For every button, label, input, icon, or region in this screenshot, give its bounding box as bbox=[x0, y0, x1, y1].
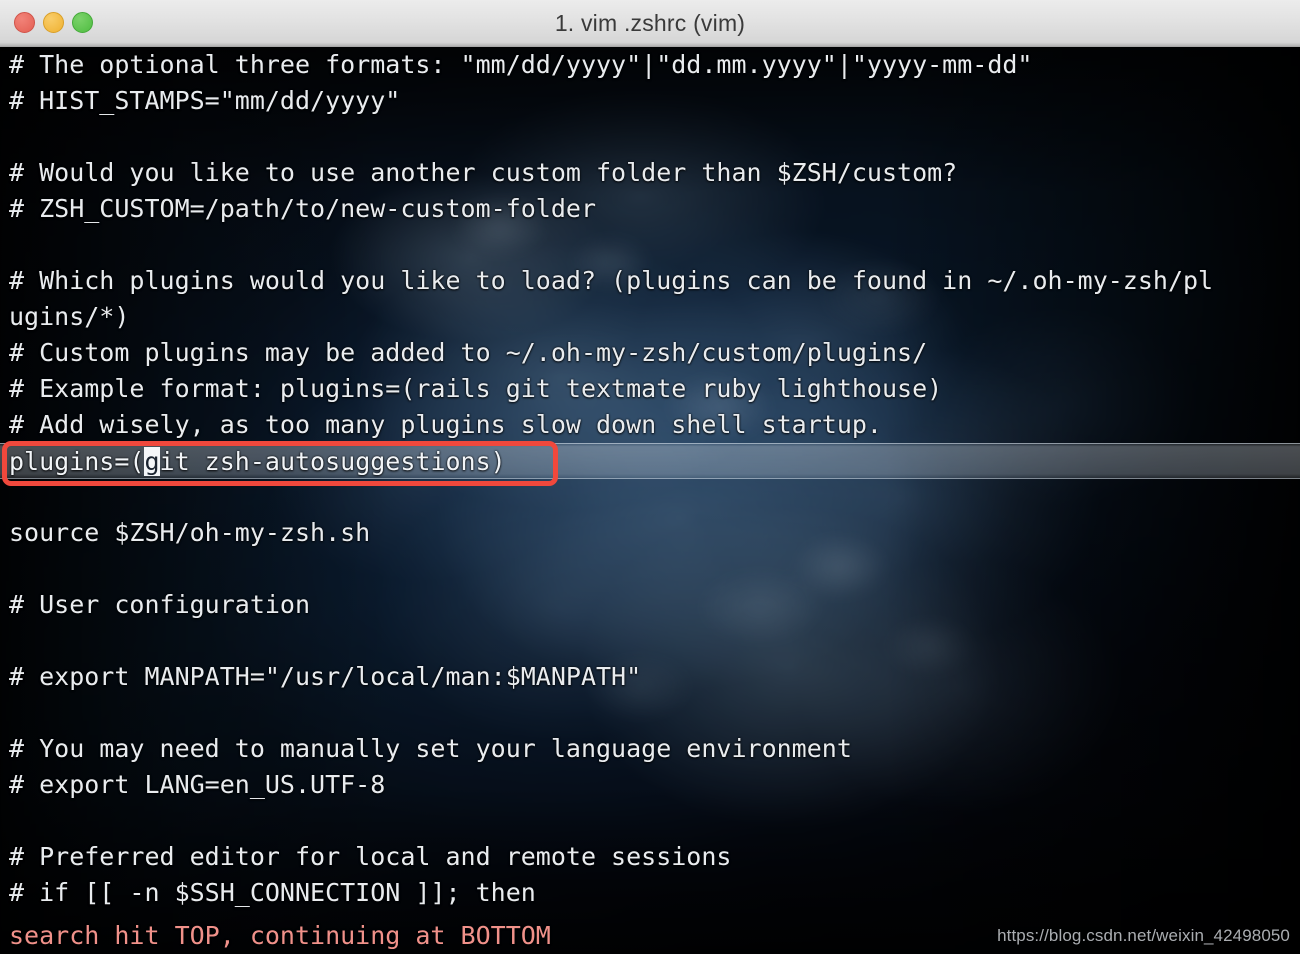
vim-line[interactable]: # HIST_STAMPS="mm/dd/yyyy" bbox=[0, 83, 1300, 119]
vim-line[interactable]: ugins/*) bbox=[0, 299, 1300, 335]
vim-line[interactable]: # You may need to manually set your lang… bbox=[0, 731, 1300, 767]
vim-line[interactable]: # Which plugins would you like to load? … bbox=[0, 263, 1300, 299]
vim-line-highlighted[interactable]: plugins=(git zsh-autosuggestions) bbox=[0, 443, 1300, 479]
vim-line[interactable]: # The optional three formats: "mm/dd/yyy… bbox=[0, 47, 1300, 83]
vim-line-empty[interactable] bbox=[0, 479, 1300, 515]
vim-line[interactable]: # User configuration bbox=[0, 587, 1300, 623]
plugins-prefix: plugins=( bbox=[9, 447, 145, 476]
vim-line[interactable]: # export MANPATH="/usr/local/man:$MANPAT… bbox=[0, 659, 1300, 695]
vim-line[interactable]: # if [[ -n $SSH_CONNECTION ]]; then bbox=[0, 875, 1300, 911]
vim-line[interactable]: # Add wisely, as too many plugins slow d… bbox=[0, 407, 1300, 443]
vim-line-empty[interactable] bbox=[0, 119, 1300, 155]
vim-line[interactable]: source $ZSH/oh-my-zsh.sh bbox=[0, 515, 1300, 551]
vim-line[interactable]: # Example format: plugins=(rails git tex… bbox=[0, 371, 1300, 407]
vim-line-empty[interactable] bbox=[0, 551, 1300, 587]
vim-line[interactable]: # Custom plugins may be added to ~/.oh-m… bbox=[0, 335, 1300, 371]
vim-line[interactable]: # Would you like to use another custom f… bbox=[0, 155, 1300, 191]
plugins-suffix: it zsh-autosuggestions) bbox=[159, 447, 506, 476]
window-title: 1. vim .zshrc (vim) bbox=[554, 10, 746, 36]
vim-line-empty[interactable] bbox=[0, 695, 1300, 731]
watermark-url: https://blog.csdn.net/weixin_42498050 bbox=[997, 926, 1290, 945]
vim-line[interactable]: # Preferred editor for local and remote … bbox=[0, 839, 1300, 875]
vim-cursor: g bbox=[144, 447, 160, 476]
window-titlebar: 1. vim .zshrc (vim) bbox=[0, 0, 1300, 47]
vim-line[interactable]: # export LANG=en_US.UTF-8 bbox=[0, 767, 1300, 803]
vim-line-empty[interactable] bbox=[0, 623, 1300, 659]
vim-text-buffer[interactable]: # The optional three formats: "mm/dd/yyy… bbox=[0, 47, 1300, 911]
vim-line[interactable]: # ZSH_CUSTOM=/path/to/new-custom-folder bbox=[0, 191, 1300, 227]
vim-line-empty[interactable] bbox=[0, 227, 1300, 263]
terminal-body[interactable]: # The optional three formats: "mm/dd/yyy… bbox=[0, 47, 1300, 954]
terminal-window: 1. vim .zshrc (vim) # The optional three… bbox=[0, 0, 1300, 954]
vim-line-empty[interactable] bbox=[0, 803, 1300, 839]
